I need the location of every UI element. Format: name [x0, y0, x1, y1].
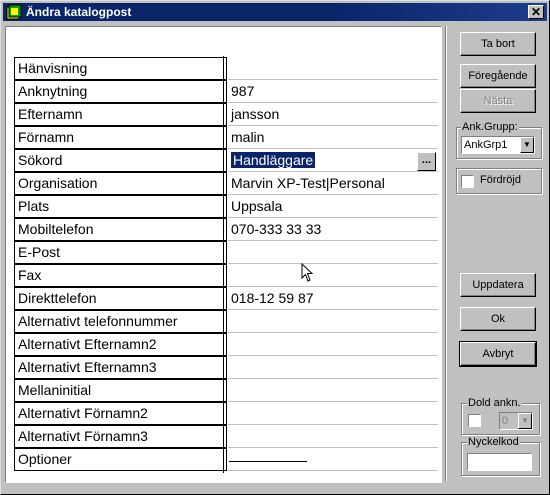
grid-row: Organisation Marvin XP-Test|Personal	[14, 172, 440, 195]
dialog-window: Ändra katalogpost ✕ Hänvisning Anknytning…	[0, 0, 550, 495]
ta-bort-label: Ta bort	[481, 38, 515, 50]
field-value[interactable]	[228, 310, 438, 333]
dropdown-arrow-icon[interactable]: ▼	[520, 137, 534, 153]
grid-row: Fax	[14, 264, 440, 287]
nyckelkod-label: Nyckelkod	[467, 436, 520, 448]
grid-row: Anknytning 987	[14, 80, 440, 103]
field-label: Optioner	[14, 448, 227, 471]
grid-row: E-Post	[14, 241, 440, 264]
ank-grupp-label: Ank.Grupp:	[461, 121, 519, 133]
field-value[interactable]	[228, 402, 438, 425]
field-label: Organisation	[14, 172, 227, 195]
field-value[interactable]	[228, 356, 438, 379]
grid-row: Alternativt Efternamn3	[14, 356, 440, 379]
field-label: Alternativt Förnamn3	[14, 425, 227, 448]
ta-bort-button[interactable]: Ta bort	[460, 32, 536, 56]
field-value[interactable]	[228, 448, 438, 471]
field-value-text: Handläggare	[229, 151, 317, 169]
field-value-text: Uppsala	[231, 198, 283, 214]
grid-row: Alternativt Förnamn2	[14, 402, 440, 425]
field-value-text: 070-333 33 33	[231, 221, 322, 237]
app-icon	[6, 4, 22, 20]
nasta-button[interactable]: Nästa	[460, 89, 536, 113]
field-label: Alternativt Förnamn2	[14, 402, 227, 425]
field-label: Anknytning	[14, 80, 227, 103]
avbryt-label: Avbryt	[482, 348, 514, 360]
nyckelkod-input[interactable]	[467, 453, 532, 471]
grid-row: Sökord Handläggare	[14, 149, 440, 172]
field-label: Alternativt telefonnummer	[14, 310, 227, 333]
field-value[interactable]: malin	[228, 126, 438, 149]
foregaende-button[interactable]: Föregående	[460, 64, 536, 88]
field-value[interactable]	[228, 57, 438, 80]
field-value[interactable]: Uppsala	[228, 195, 438, 218]
grid-row: Hänvisning	[14, 57, 440, 80]
field-value-text: 018-12 59 87	[231, 290, 314, 306]
field-label: Alternativt Efternamn2	[14, 333, 227, 356]
mouse-pointer-icon	[301, 263, 314, 282]
fordrojd-label: Fördröjd	[480, 174, 521, 186]
field-label: Förnamn	[14, 126, 227, 149]
title-bar[interactable]: Ändra katalogpost ✕	[3, 3, 547, 21]
field-value[interactable]	[228, 379, 438, 402]
ok-label: Ok	[490, 313, 506, 325]
grid-row: Efternamn jansson	[14, 103, 440, 126]
grid-row: Mellaninitial	[14, 379, 440, 402]
grid-row: Alternativt Efternamn2	[14, 333, 440, 356]
field-value-text: jansson	[231, 106, 280, 122]
grid-divider	[223, 56, 224, 473]
ank-grupp-select[interactable]: AnkGrp1 ▼	[461, 136, 535, 154]
panel-separator	[445, 26, 447, 481]
field-label: Sökord	[14, 149, 227, 172]
grid-row: Plats Uppsala	[14, 195, 440, 218]
field-label: Mobiltelefon	[14, 218, 227, 241]
field-label: Alternativt Efternamn3	[14, 356, 227, 379]
field-value[interactable]	[228, 241, 438, 264]
field-value-text: malin	[231, 129, 265, 145]
field-label: Mellaninitial	[14, 379, 227, 402]
uppdatera-button[interactable]: Uppdatera	[460, 273, 536, 297]
ok-button[interactable]: Ok	[460, 307, 536, 331]
field-value-text: Marvin XP-Test|Personal	[231, 175, 385, 191]
field-label: Fax	[14, 264, 227, 287]
uppdatera-label: Uppdatera	[472, 279, 524, 291]
field-value[interactable]: jansson	[228, 103, 438, 126]
field-value-text: 987	[231, 83, 255, 99]
field-value[interactable]: Handläggare	[228, 149, 438, 172]
field-label: E-Post	[14, 241, 227, 264]
grid-row: Mobiltelefon 070-333 33 33	[14, 218, 440, 241]
field-value[interactable]	[228, 264, 438, 287]
field-value[interactable]: Marvin XP-Test|Personal	[228, 172, 438, 195]
field-value[interactable]: 987	[228, 80, 438, 103]
dold-ankn-checkbox[interactable]	[468, 414, 481, 427]
grid-row: Förnamn malin	[14, 126, 440, 149]
field-label: Efternamn	[14, 103, 227, 126]
foregaende-label: Föregående	[468, 70, 528, 82]
dold-ankn-value: 0	[502, 415, 509, 427]
grid-row: Alternativt Förnamn3	[14, 425, 440, 448]
dold-ankn-label: Dold ankn.	[467, 397, 522, 409]
window-title: Ändra katalogpost	[26, 5, 132, 19]
grid-row: Alternativt telefonnummer	[14, 310, 440, 333]
dold-ankn-select[interactable]: 0 ▼	[499, 412, 533, 430]
field-value[interactable]: 018-12 59 87	[228, 287, 438, 310]
optioner-value-line	[229, 461, 307, 462]
field-value[interactable]	[228, 333, 438, 356]
field-value[interactable]	[228, 425, 438, 448]
grid-row: Optioner	[14, 448, 440, 471]
dropdown-arrow-icon[interactable]: ▼	[518, 413, 532, 429]
grid-row: Direkttelefon 018-12 59 87	[14, 287, 440, 310]
avbryt-button[interactable]: Avbryt	[459, 341, 537, 367]
nasta-label: Nästa	[483, 95, 513, 107]
sokord-browse-button[interactable]: ...	[417, 152, 436, 171]
fordrojd-checkbox[interactable]	[461, 175, 474, 188]
field-value[interactable]: 070-333 33 33	[228, 218, 438, 241]
field-label: Plats	[14, 195, 227, 218]
ank-grupp-value: AnkGrp1	[464, 139, 508, 151]
field-label: Hänvisning	[14, 57, 227, 80]
close-button[interactable]: ✕	[528, 5, 544, 19]
field-label: Direkttelefon	[14, 287, 227, 310]
